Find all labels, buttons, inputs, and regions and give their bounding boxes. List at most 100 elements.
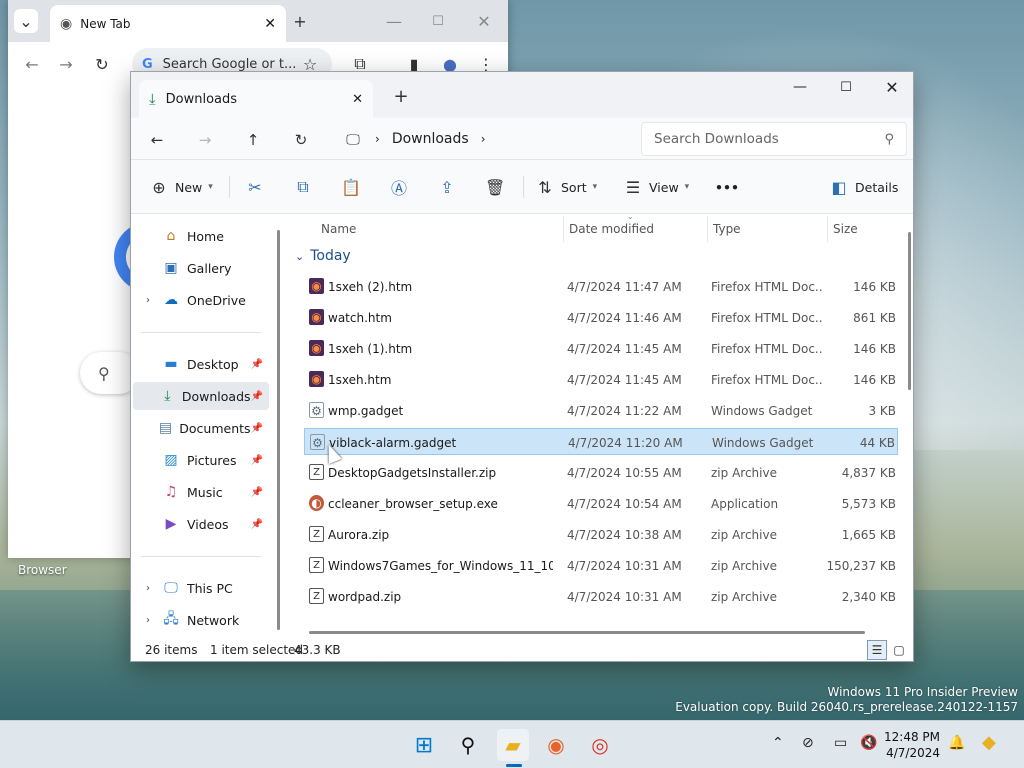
chevron-right-icon[interactable]: › xyxy=(481,132,486,146)
up-arrow-icon[interactable]: ↑ xyxy=(239,126,267,154)
insider-pre-badge-icon[interactable]: ◆ xyxy=(982,732,996,753)
close-icon[interactable]: ✕ xyxy=(352,92,363,107)
more-options-button[interactable]: ••• xyxy=(715,172,739,202)
forward-arrow-icon[interactable]: → xyxy=(54,52,78,76)
file-list-vertical-scrollbar[interactable] xyxy=(908,232,911,390)
display-icon[interactable]: ▭ xyxy=(834,735,847,751)
details-view-icon[interactable]: ☰ xyxy=(867,640,887,660)
table-row[interactable]: Z DesktopGadgetsInstaller.zip 4/7/2024 1… xyxy=(304,459,898,486)
file-date: 4/7/2024 11:20 AM xyxy=(568,436,683,450)
file-name: 1sxeh.htm xyxy=(328,373,392,387)
new-button[interactable]: ⊕ New ▾ xyxy=(149,172,213,202)
sidebar-item-music[interactable]: ♫ Music 📌 xyxy=(133,478,269,506)
refresh-icon[interactable]: ↻ xyxy=(287,126,315,154)
column-size[interactable]: Size xyxy=(833,222,858,236)
rename-icon: Ⓐ xyxy=(390,179,407,198)
table-row-selected[interactable]: ⚙ viblack-alarm.gadget 4/7/2024 11:20 AM… xyxy=(304,428,898,455)
table-row[interactable]: Z Aurora.zip 4/7/2024 10:38 AM zip Archi… xyxy=(304,521,898,548)
table-row[interactable]: ⚙ wmp.gadget 4/7/2024 11:22 AM Windows G… xyxy=(304,397,898,424)
table-row[interactable]: ◉ 1sxeh (2).htm 4/7/2024 11:47 AM Firefo… xyxy=(304,273,898,300)
chevron-right-icon[interactable]: › xyxy=(141,295,155,306)
close-window-icon[interactable]: ✕ xyxy=(472,9,496,33)
forward-arrow-icon[interactable]: → xyxy=(191,126,219,154)
sidebar-item-gallery[interactable]: ▣ Gallery xyxy=(133,254,269,282)
sidebar-item-network[interactable]: › 🖧 Network xyxy=(133,606,269,634)
chevron-up-icon[interactable]: ⌃ xyxy=(772,735,784,751)
download-arrow-icon: ⤓ xyxy=(164,388,171,404)
divider[interactable] xyxy=(827,216,828,242)
sidebar-item-videos[interactable]: ▶ Videos 📌 xyxy=(133,510,269,538)
desktop-shortcut-label[interactable]: Browser xyxy=(18,563,67,577)
divider[interactable] xyxy=(563,216,564,242)
file-explorer-window[interactable]: ⤓ Downloads ✕ + — ☐ ✕ ← → ↑ ↻ 🖵 › Downlo… xyxy=(130,71,914,662)
windows-start-icon[interactable]: ⊞ xyxy=(408,729,440,761)
back-arrow-icon[interactable]: ← xyxy=(143,126,171,154)
chevron-right-icon[interactable]: › xyxy=(141,583,155,594)
search-icon[interactable]: ⚲ xyxy=(452,729,484,761)
breadcrumb[interactable]: › Downloads › xyxy=(337,124,627,154)
chrome-icon[interactable]: ◎ xyxy=(584,729,616,761)
column-date-modified[interactable]: Date modified xyxy=(569,222,654,236)
clock[interactable]: 12:48 PM 4/7/2024 xyxy=(860,729,940,761)
chrome-tab-newtab[interactable]: ◉ New Tab ✕ xyxy=(50,5,286,42)
file-explorer-folder-icon[interactable]: ▰ xyxy=(497,729,529,761)
rename-button[interactable]: Ⓐ xyxy=(389,172,409,202)
paste-button[interactable]: 📋 xyxy=(341,172,361,202)
search-input[interactable]: Search Downloads ⚲ xyxy=(641,122,907,156)
file-list-horizontal-scrollbar[interactable] xyxy=(309,631,865,634)
table-row[interactable]: ◉ 1sxeh (1).htm 4/7/2024 11:45 AM Firefo… xyxy=(304,335,898,362)
chevron-right-icon[interactable]: › xyxy=(141,615,155,626)
item-count: 26 items xyxy=(145,643,198,657)
nav-scrollbar[interactable] xyxy=(277,230,280,630)
sort-button[interactable]: ⇅ Sort ▾ xyxy=(535,172,597,202)
sidebar-item-onedrive[interactable]: › ☁ OneDrive xyxy=(133,286,269,314)
breadcrumb-downloads[interactable]: Downloads xyxy=(392,131,469,147)
sidebar-item-home[interactable]: ⌂ Home xyxy=(133,222,269,250)
group-header-today[interactable]: ⌄ Today xyxy=(295,248,351,264)
reload-icon[interactable]: ↻ xyxy=(90,52,114,76)
omnibox-placeholder: Search Google or t... xyxy=(162,56,297,72)
view-button[interactable]: ☰ View ▾ xyxy=(623,172,689,202)
details-pane-button[interactable]: ◧ Details xyxy=(829,172,898,202)
table-row[interactable]: Z wordpad.zip 4/7/2024 10:31 AM zip Arch… xyxy=(304,583,898,610)
table-row[interactable]: ◉ watch.htm 4/7/2024 11:46 AM Firefox HT… xyxy=(304,304,898,331)
watermark-line-2: Evaluation copy. Build 26040.rs_prerelea… xyxy=(675,700,1018,714)
sidebar-item-downloads[interactable]: ⤓ Downloads 📌 xyxy=(133,382,269,410)
tiles-view-icon[interactable]: ▢ xyxy=(889,640,909,660)
minimize-icon[interactable]: — xyxy=(382,9,406,33)
file-date: 4/7/2024 10:55 AM xyxy=(567,466,682,480)
column-name[interactable]: Name xyxy=(321,222,356,236)
clock-date: 4/7/2024 xyxy=(886,746,940,760)
column-type[interactable]: Type xyxy=(713,222,741,236)
network-disconnected-icon[interactable]: ⊘ xyxy=(802,735,814,751)
close-icon[interactable]: ✕ xyxy=(264,16,276,32)
cut-button[interactable]: ✂ xyxy=(245,172,265,202)
sidebar-item-thispc[interactable]: › 🖵 This PC xyxy=(133,574,269,602)
new-tab-plus-icon[interactable]: + xyxy=(288,9,312,33)
tab-search-chevron-icon[interactable]: ⌄ xyxy=(14,9,38,33)
chevron-down-icon: ▾ xyxy=(592,182,598,192)
file-type: Firefox HTML Doc... xyxy=(711,311,823,325)
navigation-pane: ⌂ Home ▣ Gallery › ☁ OneDrive ▬ Desktop 📌 … xyxy=(131,214,280,636)
table-row[interactable]: ◐ ccleaner_browser_setup.exe 4/7/2024 10… xyxy=(304,490,898,517)
copy-button[interactable]: ⧉ xyxy=(293,172,313,202)
share-button[interactable]: ⇪ xyxy=(437,172,457,202)
minimize-icon[interactable]: — xyxy=(777,72,823,102)
maximize-icon[interactable]: ☐ xyxy=(823,72,869,102)
sidebar-item-pictures[interactable]: ▨ Pictures 📌 xyxy=(133,446,269,474)
close-window-icon[interactable]: ✕ xyxy=(869,72,913,102)
divider[interactable] xyxy=(707,216,708,242)
file-type: zip Archive xyxy=(711,466,777,480)
table-row[interactable]: Z Windows7Games_for_Windows_11_10_8.... … xyxy=(304,552,898,579)
firefox-icon[interactable]: ◉ xyxy=(540,729,572,761)
explorer-body: ⌂ Home ▣ Gallery › ☁ OneDrive ▬ Desktop 📌 … xyxy=(131,212,913,636)
delete-button[interactable]: 🗑 xyxy=(485,172,505,202)
explorer-tab-downloads[interactable]: ⤓ Downloads ✕ xyxy=(139,80,373,118)
table-row[interactable]: ◉ 1sxeh.htm 4/7/2024 11:45 AM Firefox HT… xyxy=(304,366,898,393)
maximize-icon[interactable]: ☐ xyxy=(426,9,450,33)
sidebar-item-desktop[interactable]: ▬ Desktop 📌 xyxy=(133,350,269,378)
new-tab-plus-icon[interactable]: + xyxy=(389,84,413,108)
back-arrow-icon[interactable]: ← xyxy=(20,52,44,76)
sidebar-item-documents[interactable]: ▤ Documents 📌 xyxy=(133,414,269,442)
bell-icon[interactable]: 🔔 xyxy=(948,735,965,751)
